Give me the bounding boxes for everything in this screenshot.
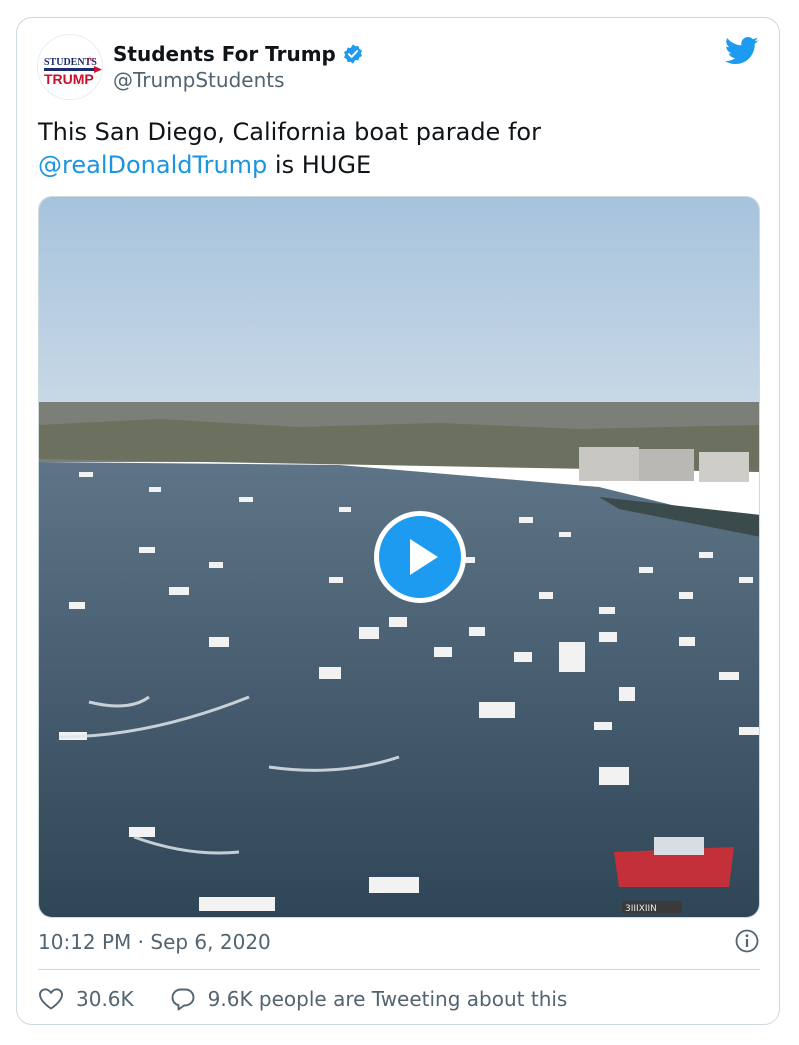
divider — [38, 969, 760, 970]
conversation-text: 9.6K people are Tweeting about this — [207, 987, 568, 1011]
tweet-text: This San Diego, California boat parade f… — [38, 116, 758, 182]
tweet-card[interactable]: STUDENTS for TRUMP Students For Trump @T… — [16, 17, 780, 1025]
avatar[interactable]: STUDENTS for TRUMP — [37, 34, 103, 100]
tweet-text-body: This San Diego, California boat parade f… — [38, 118, 541, 146]
sign-text: 3IIIXIIN — [625, 904, 657, 914]
like-count: 30.6K — [76, 987, 134, 1011]
display-name[interactable]: Students For Trump — [113, 42, 336, 66]
heart-icon — [39, 988, 63, 1010]
conversation-link[interactable]: 9.6K people are Tweeting about this — [170, 987, 568, 1011]
user-handle[interactable]: @TrumpStudents — [113, 68, 285, 92]
play-icon — [410, 539, 438, 575]
video-thumbnail[interactable]: 3IIIXIIN — [38, 196, 760, 918]
twitter-bird-icon[interactable] — [724, 36, 759, 66]
svg-text:for: for — [88, 56, 96, 63]
tweet-actions: 30.6K 9.6K people are Tweeting about thi… — [38, 984, 567, 1014]
tweet-timestamp[interactable]: 10:12 PM · Sep 6, 2020 — [38, 930, 271, 954]
tweet-text-tail: is HUGE — [267, 151, 372, 179]
info-icon[interactable] — [735, 929, 759, 953]
author-name-row[interactable]: Students For Trump — [113, 40, 364, 68]
avatar-line2: TRUMP — [44, 71, 94, 87]
speech-bubble-icon — [171, 988, 195, 1011]
verified-badge-icon — [342, 43, 364, 65]
like-button[interactable]: 30.6K — [38, 987, 134, 1011]
mention-link[interactable]: @realDonaldTrump — [38, 151, 267, 179]
play-button[interactable] — [374, 511, 466, 603]
